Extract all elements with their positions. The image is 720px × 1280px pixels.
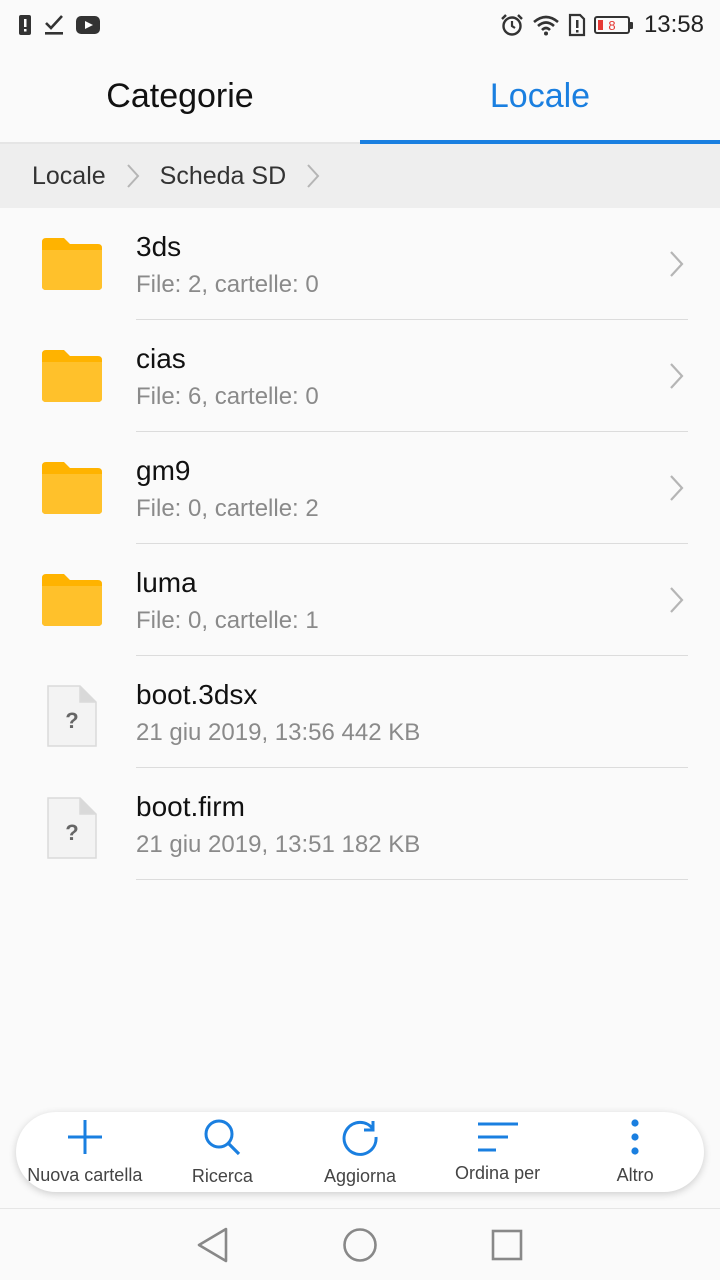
refresh-button[interactable]: Aggiorna <box>295 1112 425 1192</box>
folder-icon <box>40 236 104 292</box>
more-button[interactable]: Altro <box>570 1112 700 1192</box>
chevron-right-icon <box>668 250 684 283</box>
more-label: Altro <box>616 1165 654 1185</box>
search-icon <box>202 1117 242 1162</box>
breadcrumb: Locale Scheda SD <box>0 144 720 208</box>
file-detail: File: 0, cartelle: 2 <box>136 495 319 522</box>
bottom-toolbar: Nuova cartella Ricerca Aggiorna Ordina p… <box>16 1112 704 1192</box>
plus-icon <box>66 1118 104 1161</box>
sort-label: Ordina per <box>455 1163 541 1183</box>
recents-icon[interactable] <box>477 1215 537 1275</box>
more-vertical-icon <box>630 1118 640 1161</box>
folder-icon <box>40 348 104 404</box>
file-detail: 21 giu 2019, 13:56 442 KB <box>136 719 421 746</box>
status-bar: 8 13:58 <box>0 0 720 50</box>
list-item-folder-gm9[interactable]: gm9 File: 0, cartelle: 2 <box>0 432 720 544</box>
battery-level-fill <box>597 20 603 30</box>
status-left <box>18 13 100 37</box>
search-label: Ricerca <box>191 1166 253 1186</box>
svg-text:?: ? <box>65 708 78 733</box>
battery-indicator: 8 <box>593 16 633 34</box>
file-list: 3ds File: 2, cartelle: 0 cias File: 6, c… <box>0 208 720 880</box>
list-item-folder-3ds[interactable]: 3ds File: 2, cartelle: 0 <box>0 208 720 320</box>
file-name: gm9 <box>136 455 191 486</box>
search-button[interactable]: Ricerca <box>157 1112 287 1192</box>
breadcrumb-item-locale[interactable]: Locale <box>32 162 106 191</box>
new-folder-label: Nuova cartella <box>27 1165 143 1185</box>
unknown-file-icon: ? <box>40 796 104 859</box>
system-nav-bar <box>0 1208 720 1280</box>
svg-text:?: ? <box>65 820 78 845</box>
sim-alert-icon <box>568 13 586 37</box>
chevron-right-icon <box>668 362 684 395</box>
tab-categorie[interactable]: Categorie <box>0 50 360 142</box>
list-item-file-boot-3dsx[interactable]: ? boot.3dsx 21 giu 2019, 13:56 442 KB <box>0 656 720 768</box>
file-name: boot.3dsx <box>136 679 258 710</box>
sort-icon <box>477 1120 519 1159</box>
check-icon <box>44 14 64 36</box>
divider <box>136 879 688 880</box>
file-detail: 21 giu 2019, 13:51 182 KB <box>136 831 421 858</box>
tab-locale[interactable]: Locale <box>360 50 720 144</box>
chevron-right-icon <box>668 586 684 619</box>
breadcrumb-item-scheda-sd[interactable]: Scheda SD <box>160 162 286 191</box>
youtube-icon <box>76 16 100 34</box>
list-item-folder-cias[interactable]: cias File: 6, cartelle: 0 <box>0 320 720 432</box>
list-item-file-boot-firm[interactable]: ? boot.firm 21 giu 2019, 13:51 182 KB <box>0 768 720 880</box>
chevron-right-icon <box>306 163 320 189</box>
back-icon[interactable] <box>183 1215 243 1275</box>
wifi-icon <box>532 14 560 36</box>
unknown-file-icon: ? <box>40 684 104 747</box>
alert-icon <box>18 13 32 37</box>
clock: 13:58 <box>643 11 704 38</box>
file-detail: File: 6, cartelle: 0 <box>136 383 319 410</box>
file-detail: File: 2, cartelle: 0 <box>136 271 319 298</box>
file-name: luma <box>136 567 197 598</box>
file-name: cias <box>136 343 186 374</box>
folder-icon <box>40 572 104 628</box>
alarm-icon <box>500 13 524 37</box>
file-name: 3ds <box>136 231 182 262</box>
refresh-icon <box>340 1117 380 1162</box>
tab-bar: Categorie Locale <box>0 50 720 144</box>
battery-level-text: 8 <box>608 17 616 33</box>
file-detail: File: 0, cartelle: 1 <box>136 607 319 634</box>
chevron-right-icon <box>668 474 684 507</box>
status-right: 8 13:58 <box>500 11 704 39</box>
list-item-folder-luma[interactable]: luma File: 0, cartelle: 1 <box>0 544 720 656</box>
folder-icon <box>40 460 104 516</box>
sort-button[interactable]: Ordina per <box>433 1112 563 1192</box>
refresh-label: Aggiorna <box>323 1166 397 1186</box>
home-icon[interactable] <box>330 1215 390 1275</box>
file-name: boot.firm <box>136 791 245 822</box>
new-folder-button[interactable]: Nuova cartella <box>20 1112 150 1192</box>
chevron-right-icon <box>126 163 140 189</box>
